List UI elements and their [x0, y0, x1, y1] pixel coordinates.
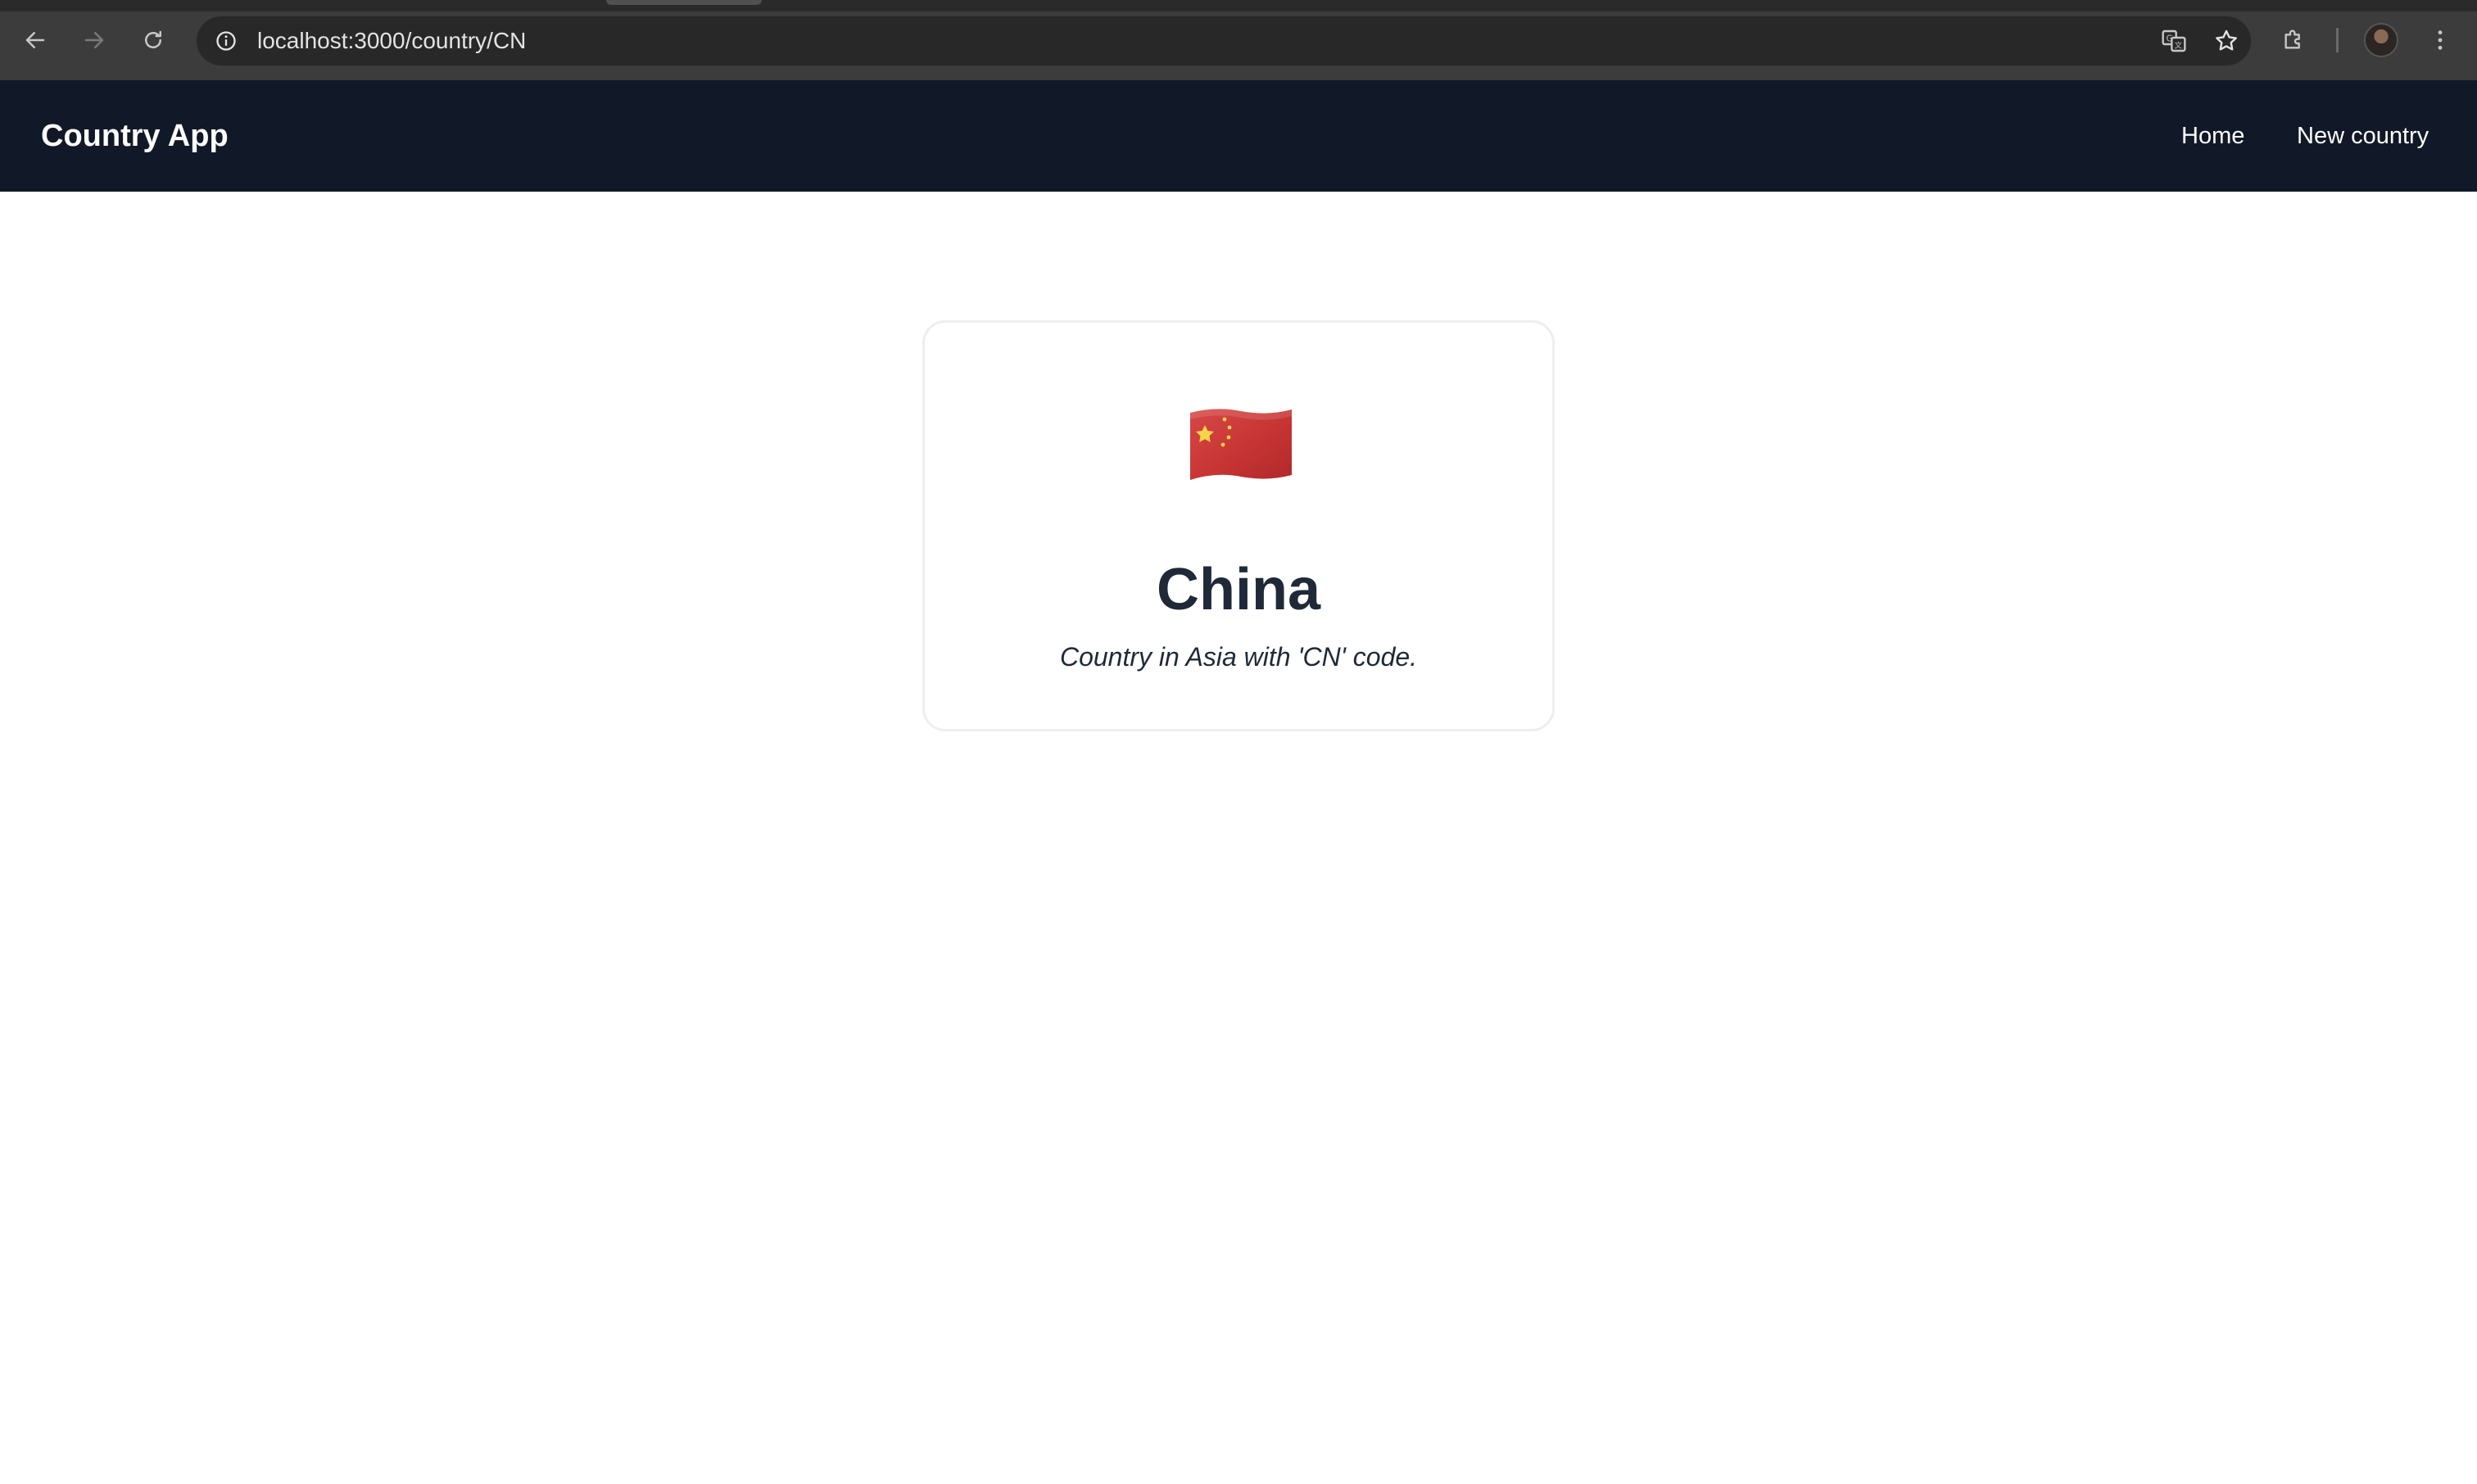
reload-icon	[145, 30, 161, 48]
star-icon	[2216, 29, 2237, 51]
extensions-button[interactable]	[2275, 21, 2312, 59]
svg-text:文: 文	[2175, 41, 2182, 51]
svg-text:G: G	[2167, 34, 2173, 44]
back-button[interactable]	[16, 21, 54, 59]
reload-button[interactable]	[134, 21, 172, 59]
brand-link[interactable]: Country App	[41, 80, 229, 192]
bookmark-button[interactable]	[2208, 23, 2244, 59]
browser-menu-button[interactable]	[2421, 21, 2459, 59]
translate-icon: G 文	[2162, 29, 2186, 52]
back-arrow-icon	[25, 32, 45, 48]
country-name: China	[1156, 557, 1320, 622]
forward-button[interactable]	[75, 21, 113, 59]
nav-link-new-country[interactable]: New country	[2297, 80, 2429, 192]
site-info-icon	[216, 31, 236, 51]
url-text[interactable]: localhost:3000/country/CN	[257, 16, 526, 66]
address-bar[interactable]: localhost:3000/country/CN G 文	[197, 16, 2251, 66]
profile-avatar[interactable]	[2364, 23, 2398, 57]
toolbar-divider	[2336, 28, 2339, 52]
browser-toolbar: localhost:3000/country/CN G 文	[0, 0, 2477, 80]
kebab-menu-icon	[2438, 30, 2443, 50]
puzzle-icon	[2285, 29, 2300, 49]
active-tab-indicator	[606, 0, 762, 5]
site-info-button[interactable]	[208, 23, 244, 59]
country-description: Country in Asia with 'CN' code.	[1059, 642, 1418, 672]
translate-button[interactable]: G 文	[2156, 23, 2192, 59]
country-card: China Country in Asia with 'CN' code.	[922, 320, 1555, 731]
china-flag-icon	[1190, 409, 1292, 480]
forward-arrow-icon	[84, 32, 104, 48]
tab-strip	[0, 0, 2477, 11]
app-navbar: Country App Home New country	[0, 80, 2477, 192]
nav-link-home[interactable]: Home	[2181, 80, 2244, 192]
